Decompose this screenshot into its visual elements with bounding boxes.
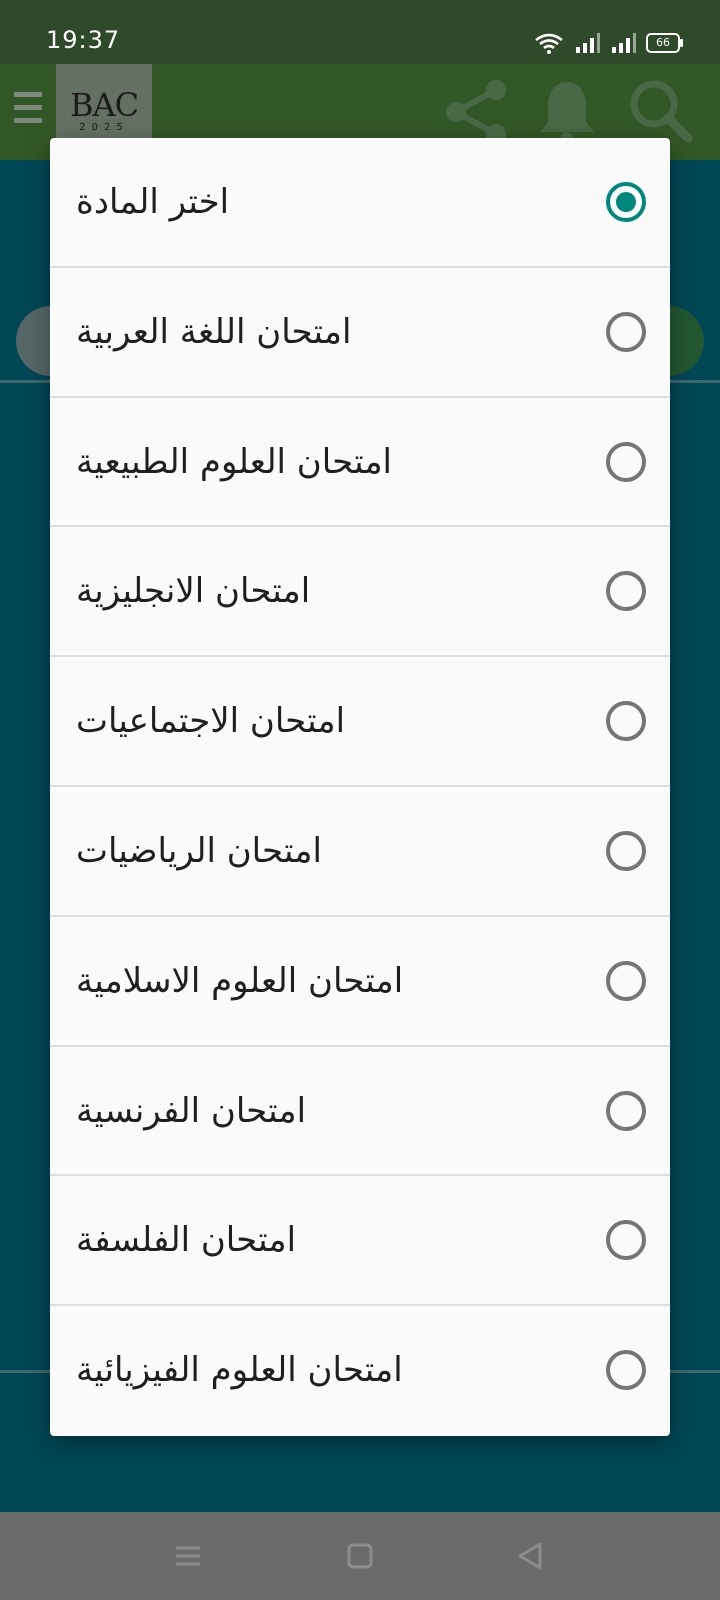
option-label: امتحان اللغة العربية <box>76 311 352 352</box>
option-label: امتحان الفرنسية <box>76 1090 307 1131</box>
option-math-exam[interactable]: امتحان الرياضيات <box>50 787 670 917</box>
option-natural-sciences-exam[interactable]: امتحان العلوم الطبيعية <box>50 398 670 528</box>
back-icon[interactable] <box>514 1540 546 1572</box>
option-french-exam[interactable]: امتحان الفرنسية <box>50 1047 670 1177</box>
signal-icon <box>612 33 636 53</box>
option-label: امتحان العلوم الاسلامية <box>76 960 404 1001</box>
status-bar: 19:37 66 <box>0 0 720 64</box>
option-label: امتحان العلوم الفيزيائية <box>76 1350 403 1391</box>
option-label: امتحان الاجتماعيات <box>76 701 346 742</box>
option-choose-subject[interactable]: اختر المادة <box>50 138 670 268</box>
radio-button[interactable] <box>606 571 646 612</box>
system-nav-bar <box>0 1512 720 1600</box>
battery-icon: 66 <box>646 33 683 53</box>
option-label: امتحان العلوم الطبيعية <box>76 441 392 482</box>
option-label: امتحان الفلسفة <box>76 1220 297 1261</box>
radio-button[interactable] <box>606 441 646 482</box>
status-icons: 66 <box>534 30 683 56</box>
radio-button[interactable] <box>606 1350 646 1391</box>
radio-button[interactable] <box>606 830 646 871</box>
radio-button[interactable] <box>606 960 646 1001</box>
option-physics-exam[interactable]: امتحان العلوم الفيزيائية <box>50 1306 670 1436</box>
recents-icon[interactable] <box>172 1540 204 1572</box>
radio-button-selected[interactable] <box>606 182 646 222</box>
option-english-exam[interactable]: امتحان الانجليزية <box>50 527 670 658</box>
option-label: امتحان الانجليزية <box>76 571 311 612</box>
wifi-icon <box>535 33 563 54</box>
subject-select-dialog: اختر المادة امتحان اللغة العربية امتحان … <box>50 138 670 1436</box>
status-time: 19:37 <box>46 26 121 54</box>
radio-button[interactable] <box>606 701 646 742</box>
option-philosophy-exam[interactable]: امتحان الفلسفة <box>50 1176 670 1307</box>
option-islamic-studies-exam[interactable]: امتحان العلوم الاسلامية <box>50 917 670 1047</box>
option-label: اختر المادة <box>76 182 230 222</box>
option-label: امتحان الرياضيات <box>76 830 322 871</box>
home-icon[interactable] <box>344 1540 376 1572</box>
option-social-studies-exam[interactable]: امتحان الاجتماعيات <box>50 657 670 787</box>
radio-button[interactable] <box>606 311 646 352</box>
option-arabic-exam[interactable]: امتحان اللغة العربية <box>50 268 670 398</box>
radio-button[interactable] <box>606 1220 646 1261</box>
signal-icon <box>576 33 600 53</box>
radio-button[interactable] <box>606 1090 646 1131</box>
